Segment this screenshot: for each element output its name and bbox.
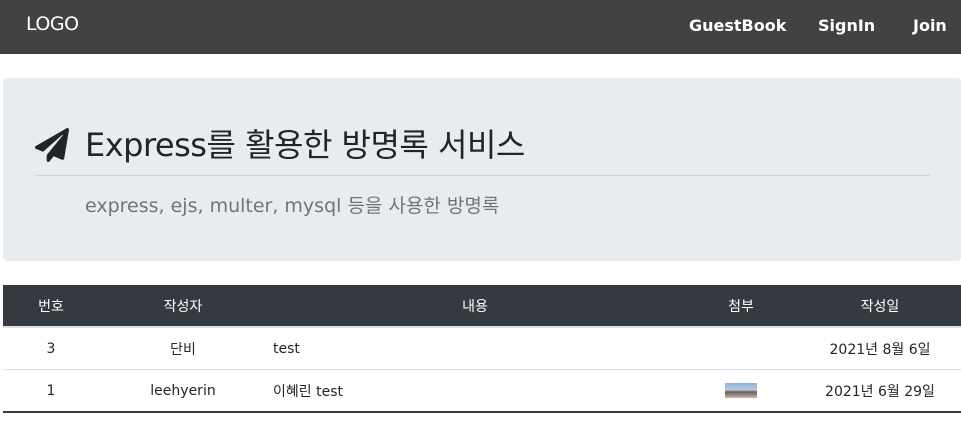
table-row[interactable]: 1 leehyerin 이혜린 test 2021년 6월 29일	[3, 369, 961, 413]
cell-content[interactable]: test	[267, 326, 683, 370]
header-attachment: 첨부	[683, 285, 799, 328]
header-number: 번호	[3, 285, 99, 328]
logo[interactable]: LOGO	[26, 13, 79, 35]
cell-number: 3	[3, 326, 99, 370]
attachment-thumbnail[interactable]	[725, 383, 757, 398]
nav-link-guestbook[interactable]: GuestBook	[689, 16, 786, 35]
header-content: 내용	[267, 285, 683, 328]
title-divider	[35, 175, 930, 176]
paper-plane-icon	[35, 128, 69, 162]
cell-author: 단비	[99, 326, 267, 370]
nav-link-signin[interactable]: SignIn	[818, 16, 875, 35]
page-title: Express를 활용한 방명록 서비스	[85, 126, 525, 164]
jumbotron: Express를 활용한 방명록 서비스 express, ejs, multe…	[3, 78, 961, 261]
cell-attachment	[683, 326, 799, 370]
page-subtitle: express, ejs, multer, mysql 등을 사용한 방명록	[85, 195, 500, 217]
cell-date: 2021년 8월 6일	[799, 326, 961, 370]
table-header-row: 번호 작성자 내용 첨부 작성일	[3, 285, 961, 328]
header-author: 작성자	[99, 285, 267, 328]
navbar: LOGO GuestBook SignIn Join	[0, 0, 961, 54]
cell-content[interactable]: 이혜린 test	[267, 369, 683, 413]
table-row[interactable]: 3 단비 test 2021년 8월 6일	[3, 326, 961, 370]
cell-number: 1	[3, 369, 99, 413]
header-date: 작성일	[799, 285, 961, 328]
guestbook-table: 번호 작성자 내용 첨부 작성일 3 단비 test 2021년 8월 6일 1…	[3, 285, 961, 413]
nav-link-join[interactable]: Join	[913, 16, 947, 35]
cell-date: 2021년 6월 29일	[799, 369, 961, 413]
cell-attachment[interactable]	[683, 369, 799, 413]
cell-author: leehyerin	[99, 369, 267, 413]
